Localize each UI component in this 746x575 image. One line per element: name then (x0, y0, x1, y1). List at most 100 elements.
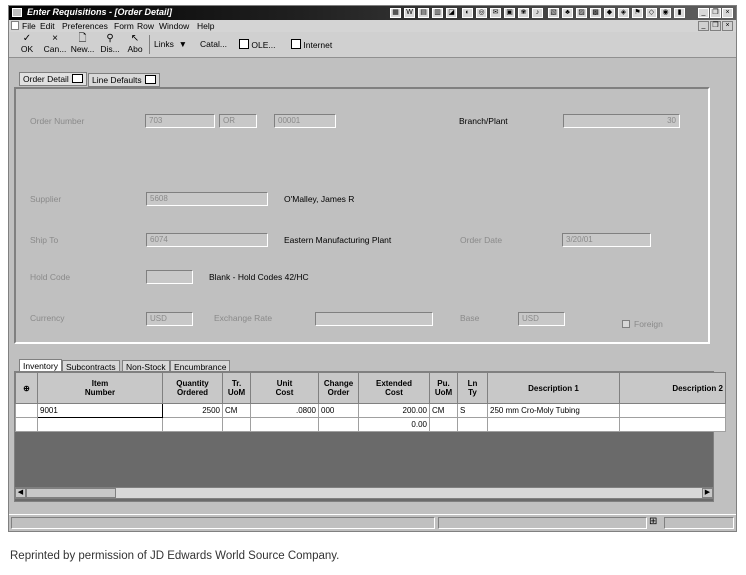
toolbar-strip-icon[interactable]: ▨ (576, 8, 587, 18)
toolbar-strip-icon[interactable]: ▦ (390, 8, 401, 18)
cancel-button[interactable]: × Can... (42, 33, 68, 54)
tab-order-detail-label: Order Detail (23, 74, 69, 84)
grid-cell[interactable]: 250 mm Cro-Moly Tubing (487, 403, 620, 418)
grid-cell[interactable] (250, 417, 319, 432)
toolbar-strip-icon[interactable]: ◇ (646, 8, 657, 18)
about-button[interactable]: ↖ Abo (124, 33, 146, 54)
ole-button[interactable]: OLE... (239, 39, 275, 50)
column-header[interactable]: Quantity Ordered (162, 372, 223, 404)
row-selector[interactable] (15, 417, 38, 432)
grid-cell[interactable] (222, 417, 251, 432)
menu-row[interactable]: Row (137, 21, 154, 31)
tab-order-detail[interactable]: Order Detail (19, 72, 87, 86)
toolbar-strip-icon[interactable]: ✉ (490, 8, 501, 18)
ship-to-field[interactable]: 6074 (146, 233, 268, 247)
toolbar-strip-icon[interactable]: ▤ (418, 8, 429, 18)
toolbar-strip-icon[interactable]: ▣ (504, 8, 515, 18)
menu-window[interactable]: Window (159, 21, 189, 31)
scroll-thumb[interactable] (26, 488, 116, 498)
scroll-left-icon[interactable]: ◀ (15, 488, 26, 498)
toolbar-strip-icon[interactable]: ◎ (476, 8, 487, 18)
hold-code-field[interactable] (146, 270, 193, 284)
order-type-field[interactable]: OR (219, 114, 257, 128)
column-header[interactable]: Extended Cost (358, 372, 430, 404)
menu-help[interactable]: Help (197, 21, 214, 31)
exchange-rate-field[interactable] (315, 312, 433, 326)
currency-label: Currency (30, 313, 65, 323)
grid-cell[interactable]: S (457, 403, 488, 418)
order-date-field[interactable]: 3/20/01 (562, 233, 651, 247)
column-header[interactable]: Change Order (318, 372, 359, 404)
table-row[interactable]: 9001 2500 CM .0800 000 200.00 CM S 250 m… (15, 403, 726, 418)
toolbar-strip-icon[interactable]: ◉ (660, 8, 671, 18)
links-menu-button[interactable]: Links ▼ (154, 39, 187, 49)
grid-cell[interactable]: 000 (318, 403, 359, 418)
toolbar-strip-icon[interactable]: ❀ (518, 8, 529, 18)
base-currency-field[interactable]: USD (518, 312, 565, 326)
toolbar-strip-icon[interactable]: ▧ (548, 8, 559, 18)
menu-form[interactable]: Form (114, 21, 134, 31)
grid-cell[interactable] (487, 417, 620, 432)
ok-button[interactable]: ✓ OK (17, 33, 37, 54)
grid-cell[interactable]: 9001 (37, 403, 163, 418)
scroll-right-icon[interactable]: ▶ (702, 488, 713, 498)
column-header[interactable]: Description 2 (619, 372, 726, 404)
grid-cell[interactable] (429, 417, 458, 432)
grid-cell[interactable]: CM (222, 403, 251, 418)
column-header[interactable]: Unit Cost (250, 372, 319, 404)
catalog-link[interactable]: Catal... (200, 39, 227, 49)
mdi-close-icon[interactable]: × (722, 21, 733, 31)
mdi-minimize-icon[interactable]: _ (698, 21, 709, 31)
restore-icon[interactable]: ❐ (710, 8, 721, 18)
grid-cell[interactable]: 200.00 (358, 403, 430, 418)
grid-cell[interactable] (318, 417, 359, 432)
tab-line-defaults[interactable]: Line Defaults (88, 73, 160, 87)
new-button[interactable]: 🗋 New... (69, 33, 96, 54)
ole-icon (239, 39, 249, 49)
menu-file[interactable]: File (22, 21, 36, 31)
toolbar-strip-icon[interactable]: W (404, 8, 415, 18)
grid-cell[interactable] (162, 417, 223, 432)
column-header[interactable]: Ln Ty (457, 372, 488, 404)
toolbar-strip-icon[interactable]: ♪ (532, 8, 543, 18)
display-button[interactable]: ⚲ Dis... (98, 33, 122, 54)
order-company-field[interactable]: 00001 (274, 114, 336, 128)
column-header[interactable]: Tr. UoM (222, 372, 251, 404)
grid-cell[interactable] (457, 417, 488, 432)
toolbar-strip-icon[interactable]: ◪ (446, 8, 457, 18)
column-header[interactable]: Item Number (37, 372, 163, 404)
toolbar-strip-icon[interactable]: ♣ (562, 8, 573, 18)
column-header[interactable]: Description 1 (487, 372, 620, 404)
toolbar-strip-icon[interactable]: ▥ (432, 8, 443, 18)
toolbar-strip-icon[interactable]: ◈ (618, 8, 629, 18)
grid-cell[interactable]: .0800 (250, 403, 319, 418)
row-selector-header[interactable]: ⊕ (15, 372, 38, 404)
toolbar-strip-icon[interactable]: ▮ (674, 8, 685, 18)
tab-icon (144, 75, 156, 84)
row-selector[interactable] (15, 403, 38, 418)
grid-cell[interactable]: 0.00 (358, 417, 430, 432)
order-number-field[interactable]: 703 (145, 114, 215, 128)
table-row[interactable]: 0.00 (15, 417, 726, 432)
minimize-icon[interactable]: _ (698, 8, 709, 18)
grid-cell[interactable] (619, 417, 726, 432)
toolbar-strip-icon[interactable]: ◐ (462, 8, 473, 18)
menu-edit[interactable]: Edit (40, 21, 55, 31)
internet-button[interactable]: Internet (291, 39, 332, 50)
currency-field[interactable]: USD (146, 312, 193, 326)
toolbar-strip-icon[interactable]: ◆ (604, 8, 615, 18)
toolbar-strip-icon[interactable]: ⚑ (632, 8, 643, 18)
grid-cell[interactable]: CM (429, 403, 458, 418)
toolbar-strip-icon[interactable]: ▩ (590, 8, 601, 18)
grid-cell[interactable]: 2500 (162, 403, 223, 418)
supplier-field[interactable]: 5608 (146, 192, 268, 206)
grid-cell[interactable] (619, 403, 726, 418)
foreign-checkbox[interactable] (622, 320, 630, 328)
branch-plant-field[interactable]: 30 (563, 114, 680, 128)
horizontal-scrollbar[interactable]: ◀ ▶ (14, 487, 714, 499)
column-header[interactable]: Pu. UoM (429, 372, 458, 404)
close-icon[interactable]: × (722, 8, 733, 18)
grid-cell[interactable] (37, 417, 163, 432)
mdi-restore-icon[interactable]: ❐ (710, 21, 721, 31)
menu-preferences[interactable]: Preferences (62, 21, 108, 31)
